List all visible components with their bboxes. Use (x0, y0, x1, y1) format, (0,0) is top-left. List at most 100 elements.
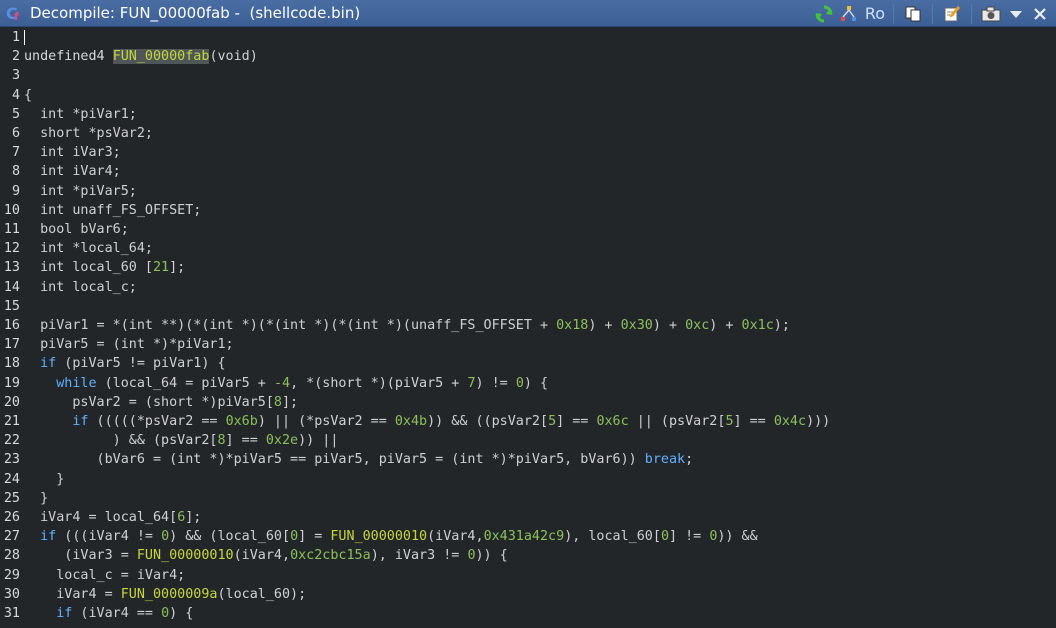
code-text: bool bVar6; (24, 220, 129, 239)
number-token: -4 (273, 375, 291, 391)
code-line[interactable]: 19 while (local_64 = piVar5 + -4, *(shor… (0, 374, 1056, 393)
graph-button[interactable] (837, 0, 861, 27)
code-line[interactable]: 6 short *psVar2; (0, 124, 1056, 143)
code-token: (iVar4 == (72, 606, 162, 621)
code-line[interactable]: 23 (bVar6 = (int *)*piVar5 == piVar5, pi… (0, 450, 1056, 469)
code-line[interactable]: 18 if (piVar5 != piVar1) { (0, 354, 1056, 373)
line-number: 16 (3, 318, 20, 333)
code-token: ) || (*psVar2 == (257, 414, 395, 429)
line-number: 18 (3, 356, 20, 372)
code-token: (piVar5 != piVar1) { (56, 356, 226, 372)
code-line[interactable]: 14 int local_c; (0, 278, 1056, 297)
code-line[interactable]: 3 (0, 66, 1056, 85)
edit-button[interactable] (941, 0, 963, 27)
number-token: 5 (725, 414, 734, 429)
code-line[interactable]: 17 piVar5 = (int *)*piVar1; (0, 335, 1056, 354)
function-call-token[interactable]: FUN_00000010 (330, 529, 427, 544)
code-token: (void) (209, 49, 258, 65)
line-number: 26 (3, 510, 20, 525)
code-token: ] == (556, 414, 597, 429)
code-text: } (24, 470, 64, 489)
code-line[interactable]: 30 iVar4 = FUN_0000009a(local_60); (0, 585, 1056, 604)
code-line[interactable]: 21 if (((((*psVar2 == 0x6b) || (*psVar2 … (0, 412, 1056, 431)
code-token: int local_60 [ (24, 260, 153, 276)
number-token: 8 (273, 394, 282, 410)
line-number: 23 (3, 452, 20, 468)
code-token: int iVar4; (24, 164, 121, 180)
code-token: ] != (669, 529, 710, 545)
snapshot-button[interactable] (980, 0, 1002, 27)
ghidra-decompiler-icon: C f (6, 4, 24, 23)
code-text: iVar4 = FUN_0000009a(local_60); (24, 585, 306, 604)
function-call-token[interactable]: FUN_0000009a (121, 587, 218, 602)
code-line[interactable]: 24 } (0, 470, 1056, 489)
copy-icon (905, 6, 921, 21)
code-line[interactable]: 2 undefined4 FUN_00000fab(void) (0, 47, 1056, 66)
code-token: ] == (225, 433, 266, 449)
code-line[interactable]: 7 int iVar3; (0, 143, 1056, 162)
code-line[interactable]: 29 local_c = iVar4; (0, 566, 1056, 585)
line-number: 30 (3, 586, 20, 602)
code-token: ) { (523, 375, 549, 391)
toolbar-divider (971, 3, 972, 24)
code-line[interactable]: 12 int *local_64; (0, 239, 1056, 258)
line-number: 1 (11, 30, 20, 45)
code-text: while (local_64 = piVar5 + -4, *(short *… (24, 374, 548, 393)
code-token: ) && (local_60[ (169, 529, 291, 545)
code-line[interactable]: 10 int unaff_FS_OFFSET; (0, 201, 1056, 220)
close-icon (1034, 7, 1046, 20)
code-line[interactable]: 13 int local_60 [21]; (0, 258, 1056, 277)
copy-button[interactable] (902, 0, 924, 27)
code-text: if (iVar4 == 0) { (24, 604, 193, 623)
code-token: (((iVar4 != (56, 529, 162, 545)
function-call-token[interactable]: FUN_00000010 (137, 548, 234, 563)
code-line[interactable]: 27 if (((iVar4 != 0) && (local_60[0] = F… (0, 527, 1056, 546)
line-number: 6 (11, 126, 20, 141)
code-line[interactable]: 9 int *piVar5; (0, 182, 1056, 201)
number-token: 0xc2cbc15a (290, 548, 371, 564)
code-text: if (((((*psVar2 == 0x6b) || (*psVar2 == … (24, 412, 830, 431)
highlighted-function-name[interactable]: FUN_00000fab (112, 49, 210, 65)
code-line[interactable]: 28 (iVar3 = FUN_00000010(iVar4,0xc2cbc15… (0, 546, 1056, 565)
code-line[interactable]: 1 (0, 28, 1056, 47)
line-number: 5 (11, 106, 20, 122)
code-line[interactable]: 25 } (0, 489, 1056, 508)
line-number: 7 (11, 145, 20, 161)
code-token: short *psVar2; (24, 126, 153, 141)
snapshot-icon (981, 6, 1001, 21)
code-token: } (24, 490, 49, 506)
code-line[interactable]: 11 bool bVar6; (0, 220, 1056, 239)
line-number: 25 (3, 490, 20, 506)
code-line[interactable]: 5 int *piVar1; (0, 105, 1056, 124)
code-token: )) && ((psVar2[ (427, 414, 549, 429)
code-line[interactable]: 20 psVar2 = (short *)piVar5[8]; (0, 393, 1056, 412)
number-token: 0 (161, 529, 170, 545)
code-token: local_c = iVar4; (24, 567, 186, 583)
code-line[interactable]: 4{ (0, 86, 1056, 105)
code-line[interactable]: 22 ) && (psVar2[8] == 0x2e)) || (0, 431, 1056, 450)
line-number: 13 (3, 260, 20, 276)
refresh-button[interactable] (813, 0, 835, 27)
code-line[interactable]: 15 (0, 297, 1056, 316)
code-token: piVar1 = *(int **)(*(int *)(*(int *)(*(i… (24, 318, 557, 333)
line-number: 19 (3, 375, 20, 391)
code-text: if (piVar5 != piVar1) { (24, 354, 226, 373)
dropdown-button[interactable] (1006, 0, 1026, 27)
title-bar: C f Decompile: FUN_00000fab - (shellcode… (0, 0, 1056, 27)
code-line[interactable]: 8 int iVar4; (0, 162, 1056, 181)
close-button[interactable] (1030, 0, 1050, 27)
code-line[interactable]: 31 if (iVar4 == 0) { (0, 604, 1056, 623)
code-text: int *local_64; (24, 239, 153, 258)
code-text: psVar2 = (short *)piVar5[8]; (24, 393, 298, 412)
decompiler-code-view[interactable]: 1 2 undefined4 FUN_00000fab(void) 3 4{5 int … (0, 28, 1056, 628)
code-token: , *(short *)(piVar5 + (290, 375, 468, 391)
read-only-toggle[interactable]: Ro (861, 0, 885, 27)
toolbar: Ro (813, 0, 1050, 27)
line-number: 17 (3, 337, 20, 353)
code-line[interactable]: 16 piVar1 = *(int **)(*(int *)(*(int *)(… (0, 316, 1056, 335)
line-number: 24 (3, 471, 20, 487)
code-line[interactable]: 26 iVar4 = local_64[6]; (0, 508, 1056, 527)
code-token: ] = (298, 529, 331, 545)
